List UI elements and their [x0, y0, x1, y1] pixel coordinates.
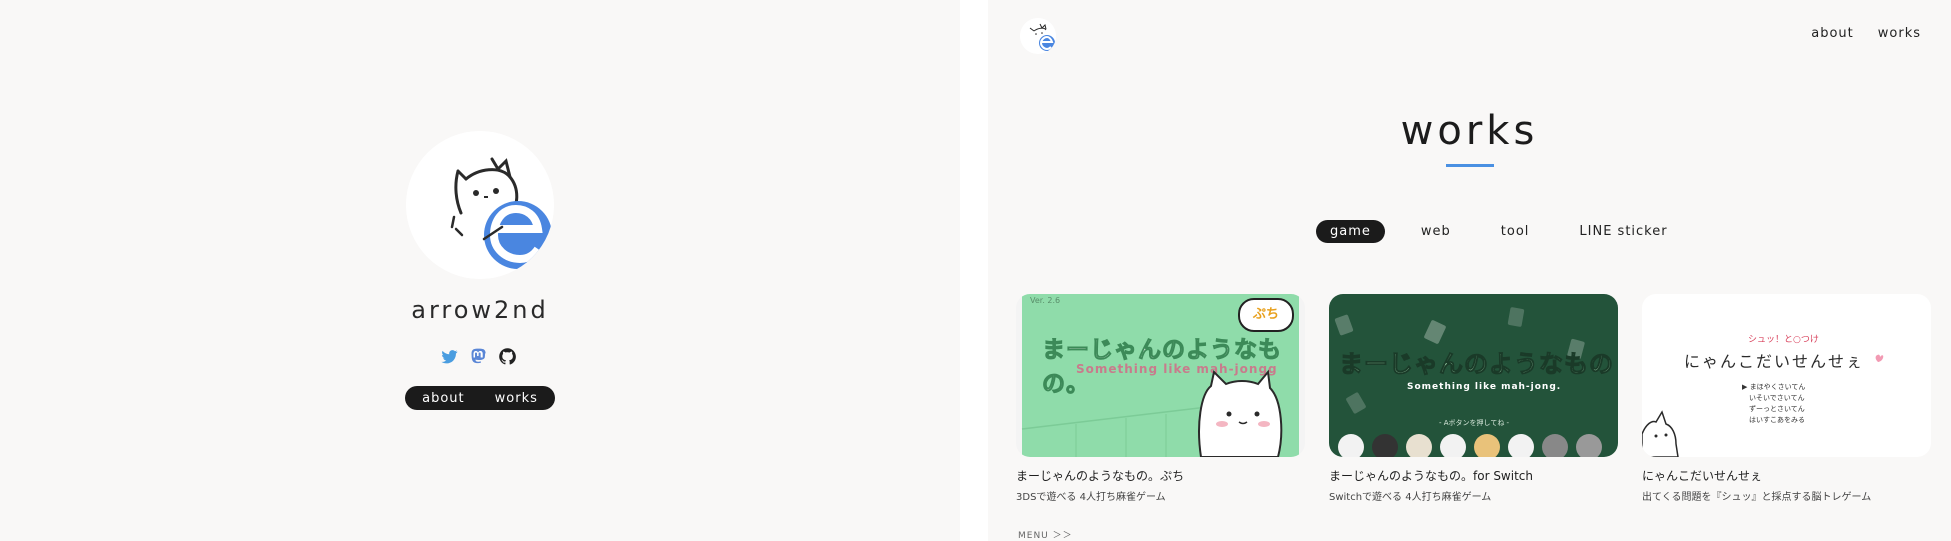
tab-line-sticker[interactable]: LINE sticker	[1565, 220, 1681, 243]
work-thumbnail: Ver. 2.6 まーじゃんのようなもの。 Something like mah…	[1016, 294, 1305, 457]
avatar-cat-icon	[1020, 18, 1056, 54]
work-description: 出てくる問題を『シュッ』と採点する脳トレゲーム	[1642, 492, 1872, 503]
works-grid: Ver. 2.6 まーじゃんのようなもの。 Something like mah…	[1016, 294, 1931, 503]
avatar-cat-icon	[406, 131, 554, 279]
work-thumbnail: まーじゃんのようなもの Something like mah-jong. - A…	[1329, 294, 1618, 457]
thumb-caption: - Aボタンを押してね -	[1439, 419, 1510, 427]
work-title[interactable]: まーじゃんのようなもの。ぷち	[1016, 467, 1305, 484]
thumb-logo: まーじゃんのようなもの	[1339, 350, 1614, 379]
cat-peek-icon	[1642, 354, 1884, 457]
social-links	[440, 345, 517, 367]
profile-nav-works[interactable]: works	[495, 391, 538, 406]
thumb-subtitle: Something like mah-jong.	[1407, 382, 1562, 392]
work-card[interactable]: Ver. 2.6 まーじゃんのようなもの。 Something like mah…	[1016, 294, 1305, 503]
work-title[interactable]: にゃんこだいせんせぇ	[1642, 467, 1931, 484]
work-title[interactable]: まーじゃんのようなもの。for Switch	[1329, 467, 1618, 484]
mastodon-icon	[471, 348, 486, 363]
work-description: Switchで遊べる 4人打ち麻雀ゲーム	[1329, 492, 1492, 503]
site-name: arrow2nd	[411, 296, 549, 324]
top-nav: about works	[1811, 26, 1921, 41]
twitter-link[interactable]	[440, 347, 459, 366]
top-nav-works[interactable]: works	[1878, 26, 1921, 41]
home-avatar-link[interactable]	[1020, 18, 1056, 54]
cat-illustration	[1021, 369, 1283, 457]
works-panel: about works works game web tool LINE sti…	[988, 0, 1951, 541]
work-description: 3DSで遊べる 4人打ち麻雀ゲーム	[1016, 492, 1166, 503]
menu-toggle[interactable]: MENU ＞＞	[1018, 528, 1073, 541]
title-underline	[1446, 164, 1494, 167]
tab-game[interactable]: game	[1316, 220, 1385, 243]
profile-panel: arrow2nd about works	[0, 0, 960, 541]
work-thumbnail: シュッ！と○つけ にゃんこだいせんせぇ ▶ まほやくさいてん いそいでさいてん …	[1642, 294, 1931, 457]
category-tabs: game web tool LINE sticker	[1316, 220, 1682, 243]
tab-tool[interactable]: tool	[1487, 220, 1544, 243]
work-card[interactable]: まーじゃんのようなもの Something like mah-jong. - A…	[1329, 294, 1618, 503]
avatar	[406, 131, 554, 279]
top-nav-about[interactable]: about	[1811, 26, 1854, 41]
page-title: works	[1400, 108, 1539, 154]
profile-nav: about works	[405, 386, 555, 410]
page: arrow2nd about works about works works g…	[0, 0, 1951, 541]
mastodon-link[interactable]	[469, 347, 488, 366]
panel-divider	[960, 0, 988, 541]
cat-row	[1338, 434, 1602, 457]
github-link[interactable]	[498, 347, 517, 366]
tab-web[interactable]: web	[1407, 220, 1465, 243]
twitter-icon	[441, 349, 458, 363]
profile-nav-about[interactable]: about	[422, 391, 465, 406]
github-icon	[499, 347, 516, 365]
work-card[interactable]: シュッ！と○つけ にゃんこだいせんせぇ ▶ まほやくさいてん いそいでさいてん …	[1642, 294, 1931, 503]
